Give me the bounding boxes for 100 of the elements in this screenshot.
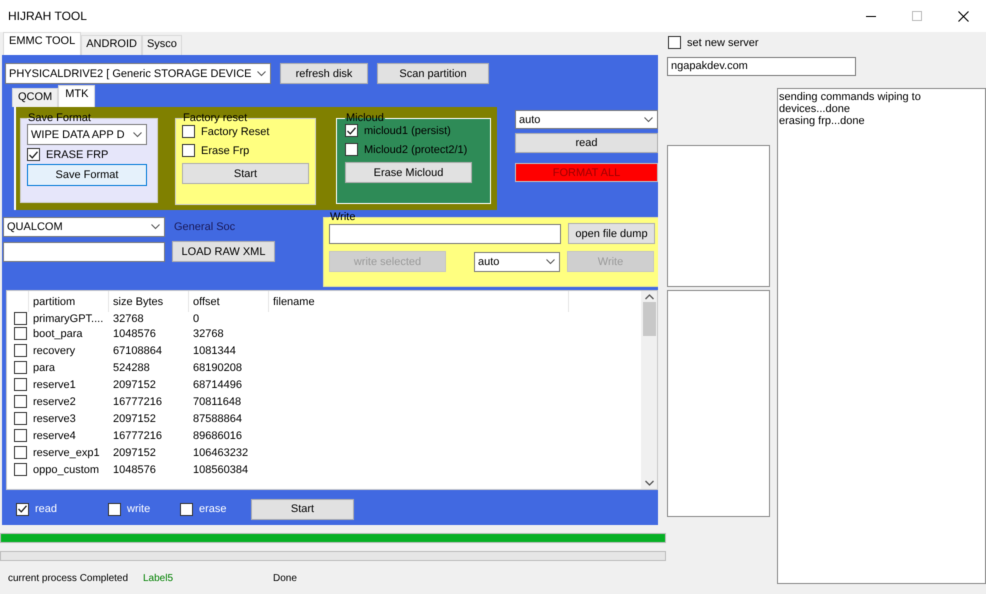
checkbox[interactable] xyxy=(182,125,195,138)
scroll-up-icon[interactable] xyxy=(644,294,654,300)
checkbox-label: read xyxy=(35,503,58,515)
scroll-down-icon[interactable] xyxy=(644,480,654,486)
dropdown[interactable]: auto xyxy=(515,110,658,129)
checkbox[interactable] xyxy=(14,429,26,442)
table-cell-text: 524288 xyxy=(112,360,151,376)
input-field[interactable] xyxy=(329,224,561,244)
checkbox[interactable] xyxy=(14,378,26,391)
server-field[interactable]: ngapakdev.com xyxy=(667,57,856,76)
column-header[interactable]: filename xyxy=(269,291,569,312)
table-cell-text: primaryGPT.... xyxy=(32,312,104,325)
scan-partition-button[interactable]: Scan partition xyxy=(377,63,489,84)
chevron-down-icon xyxy=(151,224,160,230)
checkbox-label: Factory Reset xyxy=(201,126,270,138)
checkbox[interactable] xyxy=(108,502,121,516)
read-button[interactable]: read xyxy=(515,133,658,153)
chevron-down-icon xyxy=(257,70,266,76)
table-cell-text: reserve1 xyxy=(32,378,77,392)
dropdown[interactable]: auto xyxy=(474,252,560,272)
tab[interactable]: EMMC TOOL xyxy=(3,32,82,55)
erase-micloud-button[interactable]: Erase Micloud xyxy=(345,162,472,183)
checkbox[interactable] xyxy=(182,144,195,157)
table-cell-text: para xyxy=(32,360,56,376)
tab[interactable]: ANDROID xyxy=(81,35,142,55)
soc-label: General Soc xyxy=(174,221,236,233)
open-file-dump-button[interactable]: open file dump xyxy=(568,223,655,244)
table-cell-text: 2097152 xyxy=(112,446,157,460)
chevron-down-icon xyxy=(133,132,142,138)
checkbox-label: Erase Frp xyxy=(201,144,250,156)
column-header[interactable]: size Bytes xyxy=(109,291,189,312)
log-line: erasing frp...done xyxy=(779,115,866,127)
table-cell-text: 1048576 xyxy=(112,462,157,478)
table-cell-text: 32768 xyxy=(112,312,145,325)
scrollbar-thumb[interactable] xyxy=(642,302,656,336)
status-text: Label5 xyxy=(143,573,174,584)
checkbox[interactable] xyxy=(14,361,26,374)
table-cell-text: 0 xyxy=(192,312,200,325)
start-button[interactable]: Start xyxy=(182,163,309,184)
table-cell-text: 2097152 xyxy=(112,378,157,392)
checkbox[interactable] xyxy=(27,148,40,161)
chevron-down-icon xyxy=(644,116,653,122)
checkbox[interactable] xyxy=(14,412,26,425)
group-title: Factory reset xyxy=(182,112,248,124)
refresh-disk-button[interactable]: refresh disk xyxy=(280,63,368,84)
checkbox-label: ERASE FRP xyxy=(46,148,108,160)
table-cell-text: reserve_exp1 xyxy=(32,446,101,460)
table-cell-text: 68714496 xyxy=(192,378,243,392)
checkbox[interactable] xyxy=(180,502,193,516)
table-cell-text: reserve4 xyxy=(32,428,77,444)
checkbox[interactable] xyxy=(345,143,358,156)
table-cell-text: oppo_custom xyxy=(32,462,100,478)
checkbox-label: write xyxy=(127,503,150,515)
checkbox[interactable] xyxy=(14,327,26,340)
table-cell-text: 67108864 xyxy=(112,344,163,358)
table-cell-text: 68190208 xyxy=(192,360,243,376)
column-header[interactable]: partitiom xyxy=(29,291,109,312)
chevron-down-icon xyxy=(546,258,555,264)
table-cell-text: 1048576 xyxy=(112,326,157,342)
save-format-button[interactable]: Save Format xyxy=(27,164,147,186)
load-raw-xml-button[interactable]: LOAD RAW XML xyxy=(172,241,275,262)
table-cell-text: 1081344 xyxy=(192,344,237,358)
checkbox[interactable] xyxy=(345,124,358,137)
table-cell-text: reserve3 xyxy=(32,412,77,426)
window-title: HIJRAH TOOL xyxy=(8,9,88,23)
tab[interactable]: QCOM xyxy=(12,88,58,107)
close-icon[interactable] xyxy=(958,10,968,22)
checkbox-label: erase xyxy=(199,503,227,515)
checkbox[interactable] xyxy=(14,344,26,357)
table-cell-text: recovery xyxy=(32,344,76,358)
table-cell-text: 70811648 xyxy=(192,394,242,410)
checkbox-label: micloud1 (persist) xyxy=(364,124,451,136)
checkbox-label: set new server xyxy=(687,36,759,48)
checkbox[interactable] xyxy=(668,36,681,49)
table-cell-text: 108560384 xyxy=(192,462,250,478)
checkbox[interactable] xyxy=(14,312,26,325)
table-cell-text: 89686016 xyxy=(192,428,243,444)
table-cell-text: 16777216 xyxy=(112,394,163,410)
status-text: Done xyxy=(273,573,298,584)
table-cell-text: 2097152 xyxy=(112,412,157,426)
checkbox[interactable] xyxy=(14,395,26,408)
scrollbar[interactable] xyxy=(641,291,657,489)
checkbox[interactable] xyxy=(14,446,26,459)
checkbox-label: Micloud2 (protect2/1) xyxy=(364,144,468,156)
column-header[interactable]: offset xyxy=(189,291,269,312)
table-cell-text: boot_para xyxy=(32,326,84,342)
start-button[interactable]: Start xyxy=(251,498,354,520)
table-cell-text: 106463232 xyxy=(192,446,250,460)
dropdown[interactable]: QUALCOM xyxy=(3,217,165,237)
table-cell-text: 87588864 xyxy=(192,412,243,426)
checkbox[interactable] xyxy=(14,463,26,476)
dropdown[interactable]: WIPE DATA APP D xyxy=(27,124,147,145)
table-cell-text: 16777216 xyxy=(112,428,163,444)
tab[interactable]: Sysco xyxy=(142,35,182,55)
checkbox[interactable] xyxy=(16,502,29,516)
table-cell-text: reserve2 xyxy=(32,394,77,410)
input-field[interactable] xyxy=(3,242,165,262)
tab[interactable]: MTK xyxy=(58,85,96,107)
table-cell-text: 32768 xyxy=(192,326,225,342)
dropdown[interactable]: PHYSICALDRIVE2 [ Generic STORAGE DEVICE xyxy=(5,63,271,84)
